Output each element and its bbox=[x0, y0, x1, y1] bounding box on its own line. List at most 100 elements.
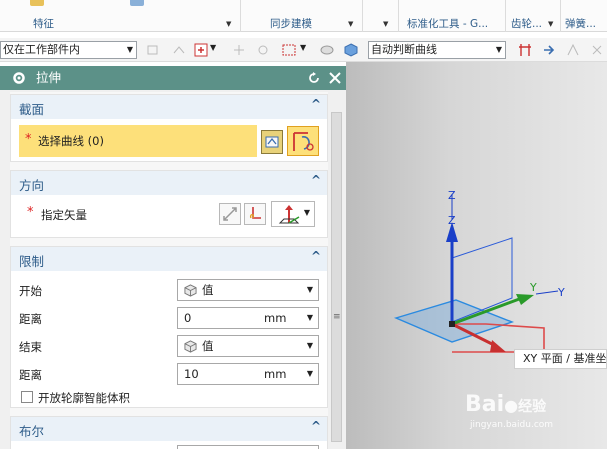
dialog-title-bar[interactable]: 拉伸 bbox=[0, 66, 346, 90]
curve-rule-combo[interactable]: 自动判断曲线 ▼ bbox=[368, 41, 506, 59]
chevron-down-icon[interactable]: ▼ bbox=[383, 16, 388, 32]
z-axis-label-2: Z bbox=[448, 214, 456, 227]
start-distance-label: 距离 bbox=[19, 312, 42, 326]
chevron-down-icon: ▼ bbox=[126, 45, 133, 54]
snap-icon[interactable] bbox=[146, 43, 160, 57]
cube-icon bbox=[184, 340, 197, 353]
chevron-down-icon[interactable]: ▼ bbox=[300, 43, 306, 52]
gear-icon bbox=[13, 72, 25, 84]
end-distance-value: 10 bbox=[184, 367, 199, 381]
chevron-up-icon[interactable]: ^ bbox=[311, 419, 321, 433]
section-section-header[interactable]: 截面 ^ bbox=[11, 95, 327, 119]
dialog-body: 截面 ^ * 选择曲线 (0) 方向 ^ * 指定矢量 ▼ 限制 ^ 开始 值 … bbox=[10, 92, 328, 449]
chevron-down-icon[interactable]: ▼ bbox=[210, 43, 216, 52]
ribbon-group-standard-tools[interactable]: 标准化工具 - G... bbox=[407, 16, 488, 32]
end-distance-input[interactable]: 10 mm ▼ bbox=[177, 363, 319, 385]
selection-filter-combo[interactable]: 仅在工作部件内 ▼ bbox=[0, 41, 137, 59]
vector-icon bbox=[249, 207, 261, 219]
start-distance-input[interactable]: 0 mm ▼ bbox=[177, 307, 319, 329]
vector-type-dropdown[interactable]: ▼ bbox=[271, 201, 315, 227]
reverse-direction-button[interactable] bbox=[219, 203, 241, 225]
vector-dialog-button[interactable] bbox=[244, 203, 266, 225]
chevron-down-icon[interactable]: ▼ bbox=[548, 16, 553, 32]
cube-icon[interactable] bbox=[344, 43, 358, 57]
ribbon-group-spring[interactable]: 弹簧... bbox=[565, 16, 596, 32]
origin-point bbox=[449, 321, 455, 327]
required-marker: * bbox=[27, 205, 34, 220]
point-icon[interactable] bbox=[232, 43, 246, 57]
section-boolean-header[interactable]: 布尔 ^ bbox=[11, 417, 327, 441]
selection-filter-value: 仅在工作部件内 bbox=[3, 43, 80, 56]
section-section-label: 截面 bbox=[19, 102, 45, 117]
ribbon-group-sync-modeling[interactable]: 同步建模 bbox=[270, 16, 312, 32]
chevron-up-icon[interactable]: ^ bbox=[311, 97, 321, 111]
open-profile-checkbox[interactable] bbox=[21, 391, 33, 403]
close-icon[interactable] bbox=[328, 71, 342, 85]
sketch-icon bbox=[265, 136, 279, 148]
section-limits-label: 限制 bbox=[19, 254, 45, 269]
y-axis-label: Y bbox=[529, 281, 537, 294]
follow-fillet-icon[interactable] bbox=[542, 43, 556, 57]
chevron-down-icon: ▼ bbox=[306, 341, 313, 350]
view-icon[interactable] bbox=[320, 43, 334, 57]
chevron-down-icon[interactable]: ▼ bbox=[307, 308, 313, 328]
start-distance-value: 0 bbox=[184, 311, 192, 325]
start-distance-unit: mm bbox=[264, 311, 287, 325]
paw-icon: ● bbox=[504, 396, 519, 415]
end-type-select[interactable]: 值 ▼ bbox=[177, 335, 319, 357]
stop-at-intersection-icon[interactable] bbox=[518, 43, 532, 57]
chevron-down-icon[interactable]: ▼ bbox=[348, 16, 353, 32]
section-boolean: 布尔 ^ bbox=[10, 416, 328, 449]
boolean-select[interactable] bbox=[177, 445, 319, 449]
y-guide-line bbox=[535, 290, 559, 295]
chevron-down-icon[interactable]: ▼ bbox=[226, 16, 231, 32]
select-curve-label: 选择曲线 (0) bbox=[38, 134, 104, 148]
sketch-section-button[interactable] bbox=[261, 130, 283, 154]
graphics-viewport[interactable]: Z Z Y Y bbox=[346, 62, 607, 449]
y-axis-label-2: Y bbox=[557, 286, 565, 299]
section-direction: 方向 ^ * 指定矢量 ▼ bbox=[10, 170, 328, 238]
specify-vector-label: 指定矢量 bbox=[41, 208, 87, 222]
chevron-down-icon: ▼ bbox=[306, 285, 313, 294]
curve-button[interactable] bbox=[287, 126, 319, 156]
chevron-up-icon[interactable]: ^ bbox=[311, 249, 321, 263]
chevron-up-icon[interactable]: ^ bbox=[311, 173, 321, 187]
extrude-dialog: 拉伸 截面 ^ * 选择曲线 (0) 方向 ^ * 指定矢量 ▼ 限制 ^ 开始… bbox=[0, 66, 346, 449]
start-type-select[interactable]: 值 ▼ bbox=[177, 279, 319, 301]
feature-icon[interactable] bbox=[130, 0, 144, 6]
curve-icon bbox=[293, 132, 314, 151]
watermark-url: jingyan.baidu.com bbox=[470, 420, 554, 430]
more-icon[interactable] bbox=[590, 43, 604, 57]
chain-icon[interactable] bbox=[566, 43, 580, 57]
start-type-value: 值 bbox=[202, 283, 214, 297]
section-limits: 限制 ^ 开始 值 ▼ 距离 0 mm ▼ 结束 值 ▼ 距离 10 mm ▼ … bbox=[10, 246, 328, 408]
scroll-grip-icon: ≡ bbox=[333, 312, 341, 322]
ribbon-group-feature[interactable]: 特征 bbox=[33, 16, 54, 32]
section-section: 截面 ^ * 选择曲线 (0) bbox=[10, 94, 328, 162]
dialog-scrollbar[interactable]: ≡ bbox=[329, 92, 344, 449]
add-select-icon[interactable] bbox=[194, 43, 208, 57]
x-arrow-icon bbox=[490, 340, 506, 352]
extrude-icon[interactable] bbox=[30, 0, 44, 6]
inferred-vector-icon bbox=[278, 205, 300, 224]
ribbon-separator bbox=[560, 0, 561, 32]
required-marker: * bbox=[25, 132, 32, 147]
end-distance-label: 距离 bbox=[19, 368, 42, 382]
xy-plane-tooltip: XY 平面 / 基准坐 bbox=[514, 349, 607, 369]
ribbon-group-gear[interactable]: 齿轮... bbox=[511, 16, 542, 32]
snap-point-icon[interactable] bbox=[256, 43, 270, 57]
ribbon-separator bbox=[362, 0, 363, 32]
box-select-icon[interactable] bbox=[282, 43, 296, 57]
section-limits-header[interactable]: 限制 ^ bbox=[11, 247, 327, 271]
end-type-value: 值 bbox=[202, 339, 214, 353]
reset-icon[interactable] bbox=[307, 71, 321, 85]
start-label: 开始 bbox=[19, 284, 42, 298]
baidu-watermark: Bai●经验 bbox=[465, 392, 546, 417]
scrollbar-thumb[interactable] bbox=[331, 112, 342, 442]
select-curve-row[interactable]: * 选择曲线 (0) bbox=[19, 125, 257, 157]
reverse-direction-icon bbox=[223, 207, 237, 221]
ribbon-separator bbox=[505, 0, 506, 32]
chevron-down-icon[interactable]: ▼ bbox=[307, 364, 313, 384]
arrow-icon[interactable] bbox=[172, 43, 186, 57]
section-direction-header[interactable]: 方向 ^ bbox=[11, 171, 327, 195]
